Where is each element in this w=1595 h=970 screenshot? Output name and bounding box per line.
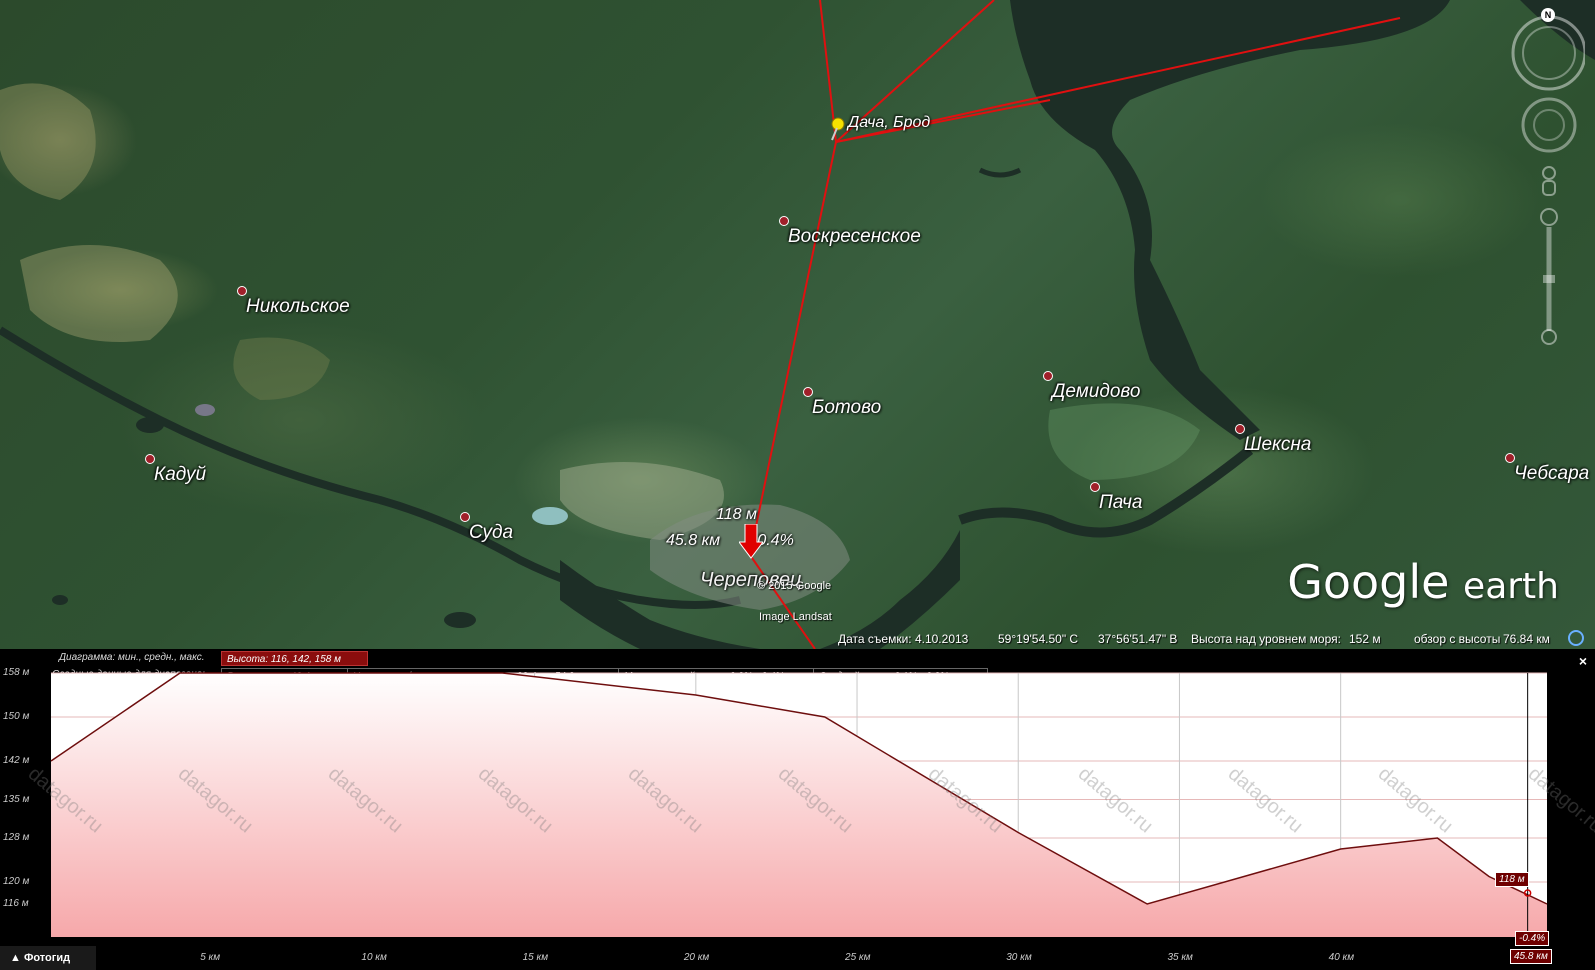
map-view[interactable]: Никольское Воскресенское Ботово Демидово… xyxy=(0,0,1595,649)
place-dot-icon xyxy=(145,454,155,464)
y-tick-label: 128 м xyxy=(3,832,30,843)
place-label-pacha[interactable]: Пача xyxy=(1090,482,1143,514)
place-label-suda[interactable]: Суда xyxy=(460,512,514,544)
x-tick-label: 40 км xyxy=(1328,952,1355,963)
imagery-date: Дата съемки: 4.10.2013 xyxy=(838,632,969,646)
place-label-kaduy[interactable]: Кадуй xyxy=(145,454,207,486)
x-tick-label: 20 км xyxy=(683,952,710,963)
terrain-layer xyxy=(0,0,1595,649)
elevation-label: Высота над уровнем моря: xyxy=(1191,632,1341,646)
imagery-credit: Image Landsat xyxy=(759,611,832,623)
place-label-voskresenskoe[interactable]: Воскресенское xyxy=(779,216,921,248)
place-name: Шексна xyxy=(1244,434,1312,455)
place-dot-icon xyxy=(1505,453,1515,463)
eye-altitude-value: 76.84 км xyxy=(1503,632,1550,646)
y-tick-label: 158 м xyxy=(3,667,30,678)
hover-distance-tag: 45.8 км xyxy=(1510,949,1552,964)
x-tick-label: 10 км xyxy=(361,952,387,963)
y-tick-label: 142 м xyxy=(3,755,30,766)
y-tick-label: 120 м xyxy=(3,876,30,887)
photoguide-button[interactable]: ▲ Фотогид xyxy=(0,946,96,970)
pushpin-icon xyxy=(831,117,845,141)
status-spinner-icon xyxy=(1568,630,1584,646)
photoguide-label: Фотогид xyxy=(23,952,71,964)
hover-elevation-tag: 118 м xyxy=(1495,872,1529,887)
place-label-demidovo[interactable]: Демидово xyxy=(1043,371,1141,403)
photoguide-arrow-icon: ▲ xyxy=(10,952,24,964)
place-label-sheksna[interactable]: Шексна xyxy=(1235,424,1312,456)
place-dot-icon xyxy=(460,512,470,522)
place-name: Воскресенское xyxy=(788,226,921,247)
ruler-distance-label: 45.8 км xyxy=(666,532,721,549)
hover-slope-tag: -0.4% xyxy=(1515,931,1550,946)
place-dot-icon xyxy=(1043,371,1053,381)
placemark-label[interactable]: Дача, Брод xyxy=(848,114,930,132)
place-name: Суда xyxy=(469,522,514,543)
y-tick-label: 116 м xyxy=(3,898,29,909)
logo-earth-text: earth xyxy=(1463,566,1559,607)
logo-google-text: Google xyxy=(1287,555,1450,609)
longitude-readout: 37°56'51.47" В xyxy=(1098,632,1178,646)
ruler-position-marker xyxy=(738,523,764,565)
elevation-profile-panel[interactable]: Диаграмма: мин., средн., макс. Высота: 1… xyxy=(0,649,1595,970)
place-dot-icon xyxy=(237,286,247,296)
x-tick-label: 35 км xyxy=(1167,952,1193,963)
y-tick-label: 150 м xyxy=(3,711,30,722)
x-tick-label: 5 км xyxy=(200,952,221,963)
latitude-readout: 59°19'54.50" С xyxy=(998,632,1079,646)
place-name: Чебсара xyxy=(1514,463,1590,484)
place-dot-icon xyxy=(1235,424,1245,434)
elevation-value: 152 м xyxy=(1349,632,1381,646)
place-name: Кадуй xyxy=(154,464,207,485)
place-name: Ботово xyxy=(812,397,882,418)
nav-control-graphic xyxy=(1511,15,1587,345)
y-tick-label: 135 м xyxy=(3,793,30,805)
place-dot-icon xyxy=(803,387,813,397)
google-earth-logo: Google earth xyxy=(1287,555,1559,609)
copyright-text: © 2015 Google xyxy=(757,580,832,592)
ruler-elevation-label: 118 м xyxy=(716,506,757,523)
place-name: Пача xyxy=(1099,492,1143,513)
elevation-chart[interactable] xyxy=(0,649,1595,970)
place-dot-icon xyxy=(1090,482,1100,492)
map-status-bar: Дата съемки: 4.10.2013 59°19'54.50" С 37… xyxy=(0,628,1595,649)
place-name: Демидово xyxy=(1052,381,1141,402)
navigation-controls[interactable]: N xyxy=(1505,5,1587,345)
x-tick-label: 25 км xyxy=(845,952,871,963)
x-tick-label: 15 км xyxy=(522,952,549,963)
place-dot-icon xyxy=(779,216,789,226)
down-arrow-icon xyxy=(738,523,764,559)
place-label-botovo[interactable]: Ботово xyxy=(803,387,882,419)
x-tick-label: 30 км xyxy=(1006,952,1032,963)
place-name: Никольское xyxy=(246,296,350,317)
eye-altitude-label: обзор с высоты xyxy=(1414,632,1501,646)
place-label-chebsara[interactable]: Чебсара xyxy=(1505,453,1590,485)
compass-north-icon[interactable]: N xyxy=(1541,8,1555,22)
placemark-pushpin[interactable] xyxy=(828,116,848,147)
place-label-nikolskoe[interactable]: Никольское xyxy=(237,286,350,318)
